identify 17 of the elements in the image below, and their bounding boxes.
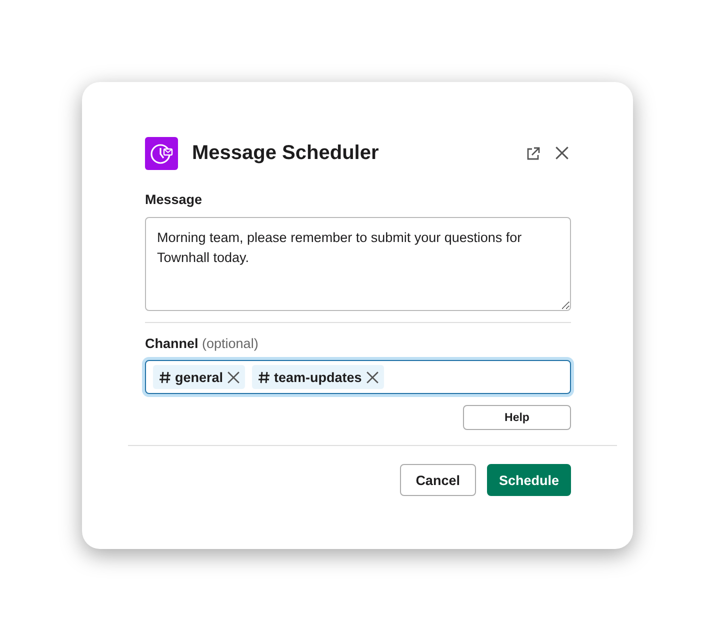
cancel-button[interactable]: Cancel: [400, 464, 476, 496]
remove-icon[interactable]: [366, 370, 379, 384]
dialog-title: Message Scheduler: [192, 142, 380, 165]
channel-field[interactable]: general team-updates: [145, 360, 571, 394]
help-button[interactable]: Help: [463, 405, 571, 430]
clock-envelope-icon: [145, 137, 178, 170]
schedule-button[interactable]: Schedule: [486, 464, 571, 496]
remove-icon[interactable]: [227, 370, 240, 384]
hash-icon: [258, 370, 270, 384]
channel-name: team-updates: [274, 370, 362, 384]
channel-name: general: [175, 370, 224, 384]
hash-icon: [159, 370, 171, 384]
close-icon[interactable]: [555, 146, 571, 162]
open-external-icon[interactable]: [525, 146, 541, 162]
message-label: Message: [145, 192, 204, 207]
message-field[interactable]: Morning team, please remember to submit your questions for Townhall today.: [145, 217, 571, 311]
channel-label: Channel (optional): [145, 336, 260, 351]
